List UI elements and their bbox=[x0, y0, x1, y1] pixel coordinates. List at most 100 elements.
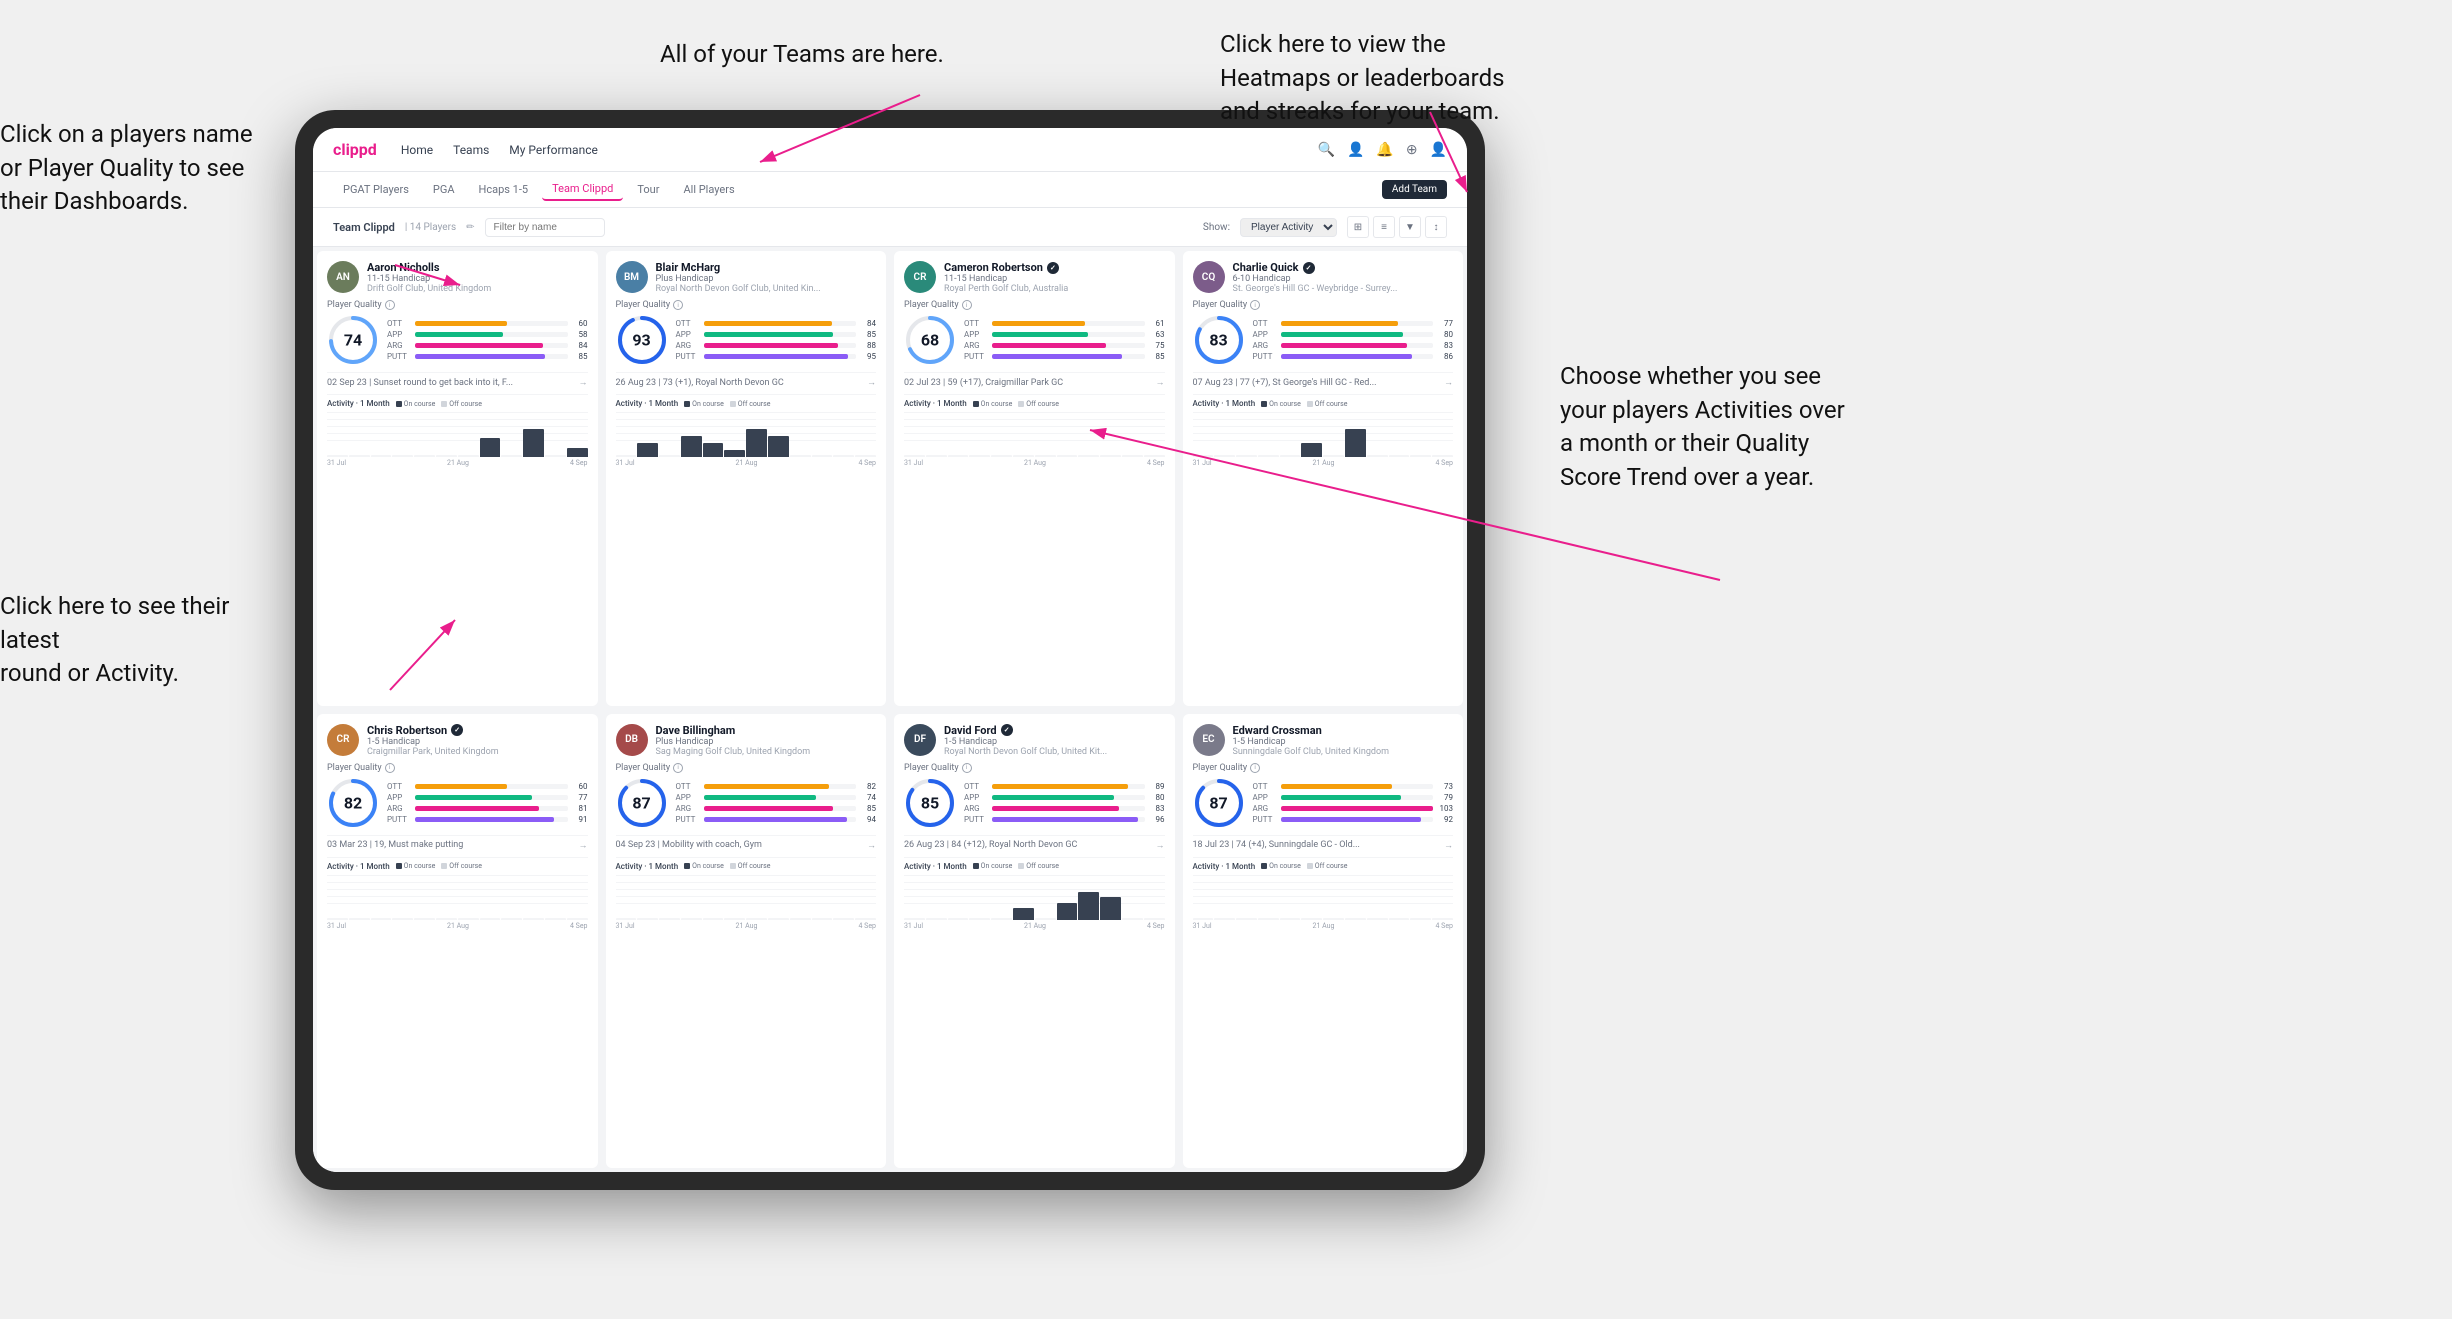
player-name[interactable]: Dave Billingham bbox=[656, 724, 877, 737]
quality-circle[interactable]: 87 bbox=[1193, 777, 1245, 829]
activity-legend: On course Off course bbox=[684, 400, 770, 408]
sort-button[interactable]: ↕ bbox=[1425, 216, 1447, 238]
user-icon[interactable]: 👤 bbox=[1347, 142, 1364, 158]
latest-round[interactable]: 07 Aug 23 | 77 (+7), St George's Hill GC… bbox=[1193, 372, 1454, 388]
bar-track bbox=[415, 817, 568, 822]
arrow-icon: → bbox=[1156, 377, 1165, 388]
latest-round[interactable]: 18 Jul 23 | 74 (+4), Sunningdale GC - Ol… bbox=[1193, 835, 1454, 851]
off-course-dot bbox=[1018, 863, 1024, 869]
grid-view-button[interactable]: ⊞ bbox=[1347, 216, 1369, 238]
nav-logo[interactable]: clippd bbox=[333, 140, 377, 159]
player-name[interactable]: Blair McHarg bbox=[656, 261, 877, 274]
nav-link-performance[interactable]: My Performance bbox=[509, 139, 598, 161]
player-club: Craigmillar Park, United Kingdom bbox=[367, 747, 588, 757]
off-course-legend: Off course bbox=[1307, 862, 1348, 870]
player-name[interactable]: Cameron Robertson✓ bbox=[944, 261, 1165, 274]
tab-pga[interactable]: PGA bbox=[423, 179, 465, 200]
quality-bar-row: OTT 60 bbox=[387, 319, 588, 328]
bar-fill bbox=[415, 784, 507, 789]
show-select[interactable]: Player Activity bbox=[1240, 218, 1337, 237]
player-card[interactable]: DF David Ford✓ 1-5 Handicap Royal North … bbox=[894, 714, 1175, 1169]
latest-round-annotation: Click here to see their latestround or A… bbox=[0, 590, 290, 691]
latest-round[interactable]: 02 Jul 23 | 59 (+17), Craigmillar Park G… bbox=[904, 372, 1165, 388]
filter-button[interactable]: ▼ bbox=[1399, 216, 1421, 238]
quality-bar-row: ARG 81 bbox=[387, 804, 588, 813]
latest-round[interactable]: 04 Sep 23 | Mobility with coach, Gym → bbox=[616, 835, 877, 851]
chart-label: 4 Sep bbox=[1147, 922, 1164, 930]
add-team-button[interactable]: Add Team bbox=[1382, 180, 1447, 199]
latest-round[interactable]: 26 Aug 23 | 73 (+1), Royal North Devon G… bbox=[616, 372, 877, 388]
quality-circle[interactable]: 82 bbox=[327, 777, 379, 829]
latest-round[interactable]: 03 Mar 23 | 19, Must make putting → bbox=[327, 835, 588, 851]
activity-legend: On course Off course bbox=[973, 862, 1059, 870]
player-info: Edward Crossman 1-5 Handicap Sunningdale… bbox=[1233, 724, 1454, 757]
bar-value: 80 bbox=[1149, 793, 1165, 802]
tab-tour[interactable]: Tour bbox=[627, 179, 669, 200]
list-view-button[interactable]: ≡ bbox=[1373, 216, 1395, 238]
bar-label: OTT bbox=[1253, 782, 1277, 791]
nav-link-teams[interactable]: Teams bbox=[453, 139, 489, 161]
player-handicap: 1-5 Handicap bbox=[1233, 737, 1454, 747]
player-header: EC Edward Crossman 1-5 Handicap Sunningd… bbox=[1193, 724, 1454, 757]
off-course-legend: Off course bbox=[1307, 400, 1348, 408]
bar-label: ARG bbox=[676, 804, 700, 813]
bar-track bbox=[415, 784, 568, 789]
tab-all-players[interactable]: All Players bbox=[673, 179, 744, 200]
player-name[interactable]: Charlie Quick✓ bbox=[1233, 261, 1454, 274]
player-card[interactable]: CQ Charlie Quick✓ 6-10 Handicap St. Geor… bbox=[1183, 251, 1464, 706]
quality-bar-row: APP 74 bbox=[676, 793, 877, 802]
latest-round[interactable]: 02 Sep 23 | Sunset round to get back int… bbox=[327, 372, 588, 388]
bar-fill bbox=[992, 354, 1122, 359]
bar-fill bbox=[704, 343, 838, 348]
player-avatar: DF bbox=[904, 724, 936, 756]
quality-number: 87 bbox=[1209, 793, 1227, 812]
player-club: Sunningdale Golf Club, United Kingdom bbox=[1233, 747, 1454, 757]
player-name[interactable]: Edward Crossman bbox=[1233, 724, 1454, 737]
tab-pgat[interactable]: PGAT Players bbox=[333, 179, 419, 200]
quality-circle[interactable]: 85 bbox=[904, 777, 956, 829]
bar-value: 61 bbox=[1149, 319, 1165, 328]
filter-input[interactable] bbox=[485, 218, 605, 237]
player-name[interactable]: David Ford✓ bbox=[944, 724, 1165, 737]
quality-circle[interactable]: 93 bbox=[616, 314, 668, 366]
player-card[interactable]: DB Dave Billingham Plus Handicap Sag Mag… bbox=[606, 714, 887, 1169]
player-name[interactable]: Aaron Nicholls bbox=[367, 261, 588, 274]
activity-legend: On course Off course bbox=[1261, 862, 1347, 870]
settings-icon[interactable]: ⊕ bbox=[1406, 142, 1418, 158]
avatar-icon[interactable]: 👤 bbox=[1430, 142, 1447, 158]
quality-circle[interactable]: 87 bbox=[616, 777, 668, 829]
team-count: | 14 Players bbox=[405, 222, 456, 233]
player-card[interactable]: EC Edward Crossman 1-5 Handicap Sunningd… bbox=[1183, 714, 1464, 1169]
tab-hcaps[interactable]: Hcaps 1-5 bbox=[469, 179, 539, 200]
latest-round[interactable]: 26 Aug 23 | 84 (+12), Royal North Devon … bbox=[904, 835, 1165, 851]
edit-icon[interactable]: ✏ bbox=[466, 222, 474, 233]
bar-track bbox=[992, 321, 1145, 326]
bar-fill bbox=[415, 321, 507, 326]
player-card[interactable]: CR Cameron Robertson✓ 11-15 Handicap Roy… bbox=[894, 251, 1175, 706]
player-card[interactable]: AN Aaron Nicholls 11-15 Handicap Drift G… bbox=[317, 251, 598, 706]
player-card[interactable]: CR Chris Robertson✓ 1-5 Handicap Craigmi… bbox=[317, 714, 598, 1169]
nav-link-home[interactable]: Home bbox=[401, 139, 433, 161]
search-icon[interactable]: 🔍 bbox=[1318, 142, 1335, 158]
bar-label: PUTT bbox=[964, 815, 988, 824]
bell-icon[interactable]: 🔔 bbox=[1376, 142, 1393, 158]
quality-circle[interactable]: 68 bbox=[904, 314, 956, 366]
bar-value: 95 bbox=[860, 352, 876, 361]
player-name[interactable]: Chris Robertson✓ bbox=[367, 724, 588, 737]
player-info: Dave Billingham Plus Handicap Sag Maging… bbox=[656, 724, 877, 757]
tab-team-clippd[interactable]: Team Clippd bbox=[542, 178, 623, 201]
bar-value: 83 bbox=[1149, 804, 1165, 813]
activity-header: Activity · 1 Month On course Off course bbox=[1193, 399, 1454, 408]
tablet-frame: clippd Home Teams My Performance 🔍 👤 🔔 ⊕… bbox=[295, 110, 1485, 1190]
chart-labels: 31 Jul21 Aug4 Sep bbox=[904, 459, 1165, 467]
quality-circle[interactable]: 74 bbox=[327, 314, 379, 366]
quality-bars: OTT 61 APP 63 bbox=[964, 319, 1165, 361]
quality-circle[interactable]: 83 bbox=[1193, 314, 1245, 366]
player-card[interactable]: BM Blair McHarg Plus Handicap Royal Nort… bbox=[606, 251, 887, 706]
bar-value: 79 bbox=[1437, 793, 1453, 802]
off-course-legend: Off course bbox=[730, 400, 771, 408]
chart-label: 31 Jul bbox=[1193, 922, 1212, 930]
off-course-dot bbox=[1307, 863, 1313, 869]
player-handicap: 1-5 Handicap bbox=[367, 737, 588, 747]
bar-fill bbox=[992, 332, 1088, 337]
